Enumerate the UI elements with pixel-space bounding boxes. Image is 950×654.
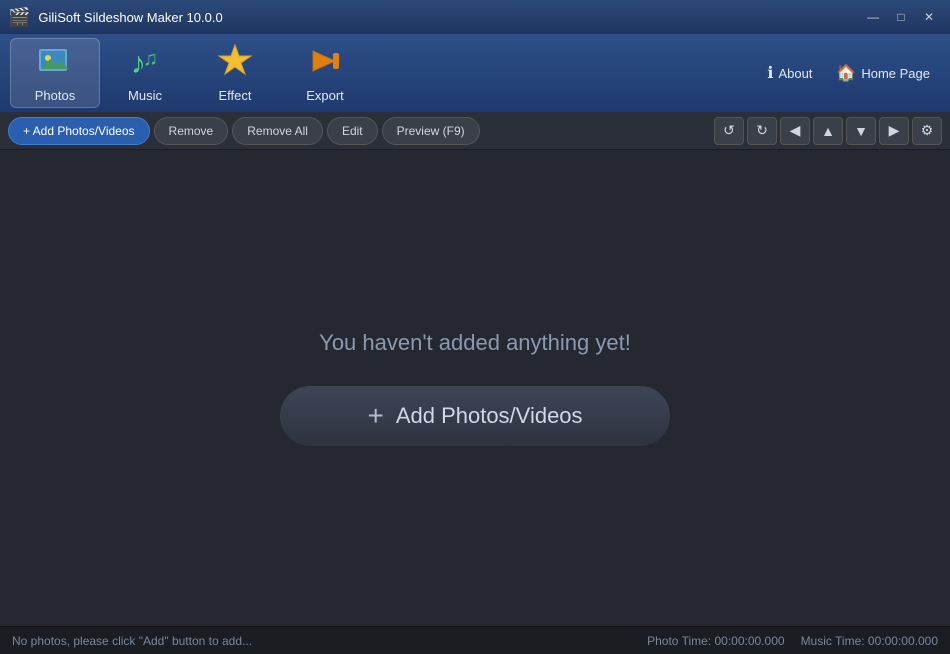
toolbar-export-label: Export bbox=[306, 88, 344, 103]
music-icon: ♪ ♫ bbox=[127, 43, 163, 84]
add-photos-label: + Add Photos/Videos bbox=[23, 124, 135, 138]
toolbar-effect-button[interactable]: Effect bbox=[190, 38, 280, 108]
edit-label: Edit bbox=[342, 124, 363, 138]
about-label: About bbox=[778, 66, 812, 81]
add-photos-large-button[interactable]: + Add Photos/Videos bbox=[280, 386, 670, 446]
edit-button[interactable]: Edit bbox=[327, 117, 378, 145]
status-message: No photos, please click "Add" button to … bbox=[12, 634, 647, 648]
title-bar: 🎬 GiliSoft Sildeshow Maker 10.0.0 — □ ✕ bbox=[0, 0, 950, 34]
app-title: GiliSoft Sildeshow Maker 10.0.0 bbox=[38, 10, 852, 25]
move-left-icon: ◀ bbox=[790, 122, 801, 139]
music-svg: ♪ ♫ bbox=[127, 43, 163, 79]
rotate-left-button[interactable]: ↺ bbox=[714, 117, 744, 145]
about-button[interactable]: ℹ About bbox=[757, 57, 822, 89]
photos-svg bbox=[37, 43, 73, 79]
home-icon: 🏠 bbox=[836, 63, 856, 83]
preview-button[interactable]: Preview (F9) bbox=[382, 117, 480, 145]
remove-button[interactable]: Remove bbox=[154, 117, 229, 145]
toolbar-right: ℹ About 🏠 Home Page bbox=[757, 57, 940, 89]
remove-all-button[interactable]: Remove All bbox=[232, 117, 323, 145]
remove-all-label: Remove All bbox=[247, 124, 308, 138]
toolbar: Photos ♪ ♫ Music Effect Export bbox=[0, 34, 950, 112]
photo-time-value: 00:00:00.000 bbox=[714, 634, 784, 648]
status-right: Photo Time: 00:00:00.000 Music Time: 00:… bbox=[647, 634, 938, 648]
effect-svg bbox=[217, 43, 253, 79]
remove-label: Remove bbox=[169, 124, 214, 138]
effect-icon bbox=[217, 43, 253, 84]
photo-time-label: Photo Time: bbox=[647, 634, 711, 648]
move-left-button[interactable]: ◀ bbox=[780, 117, 810, 145]
app-icon: 🎬 bbox=[8, 7, 30, 28]
empty-message: You haven't added anything yet! bbox=[319, 330, 631, 356]
add-large-label: Add Photos/Videos bbox=[396, 403, 583, 429]
home-page-label: Home Page bbox=[861, 66, 930, 81]
toolbar-export-button[interactable]: Export bbox=[280, 38, 370, 108]
music-time-display: Music Time: 00:00:00.000 bbox=[801, 634, 938, 648]
move-right-button[interactable]: ▶ bbox=[879, 117, 909, 145]
music-time-value: 00:00:00.000 bbox=[868, 634, 938, 648]
window-controls: — □ ✕ bbox=[860, 6, 942, 28]
close-button[interactable]: ✕ bbox=[916, 6, 942, 28]
export-icon bbox=[307, 43, 343, 84]
add-photos-button[interactable]: + Add Photos/Videos bbox=[8, 117, 150, 145]
toolbar-music-label: Music bbox=[128, 88, 162, 103]
toolbar-photos-label: Photos bbox=[35, 88, 75, 103]
status-bar: No photos, please click "Add" button to … bbox=[0, 626, 950, 654]
toolbar-photos-button[interactable]: Photos bbox=[10, 38, 100, 108]
rotate-left-icon: ↺ bbox=[723, 122, 735, 139]
move-up-icon: ▲ bbox=[821, 123, 835, 139]
settings-button[interactable]: ⚙ bbox=[912, 117, 942, 145]
minimize-button[interactable]: — bbox=[860, 6, 886, 28]
toolbar-effect-label: Effect bbox=[218, 88, 251, 103]
music-time-label: Music Time: bbox=[801, 634, 865, 648]
move-down-icon: ▼ bbox=[854, 123, 868, 139]
svg-text:♫: ♫ bbox=[143, 48, 158, 70]
move-up-button[interactable]: ▲ bbox=[813, 117, 843, 145]
toolbar-music-button[interactable]: ♪ ♫ Music bbox=[100, 38, 190, 108]
move-down-button[interactable]: ▼ bbox=[846, 117, 876, 145]
main-content: You haven't added anything yet! + Add Ph… bbox=[0, 150, 950, 626]
photo-time-display: Photo Time: 00:00:00.000 bbox=[647, 634, 784, 648]
maximize-button[interactable]: □ bbox=[888, 6, 914, 28]
secondary-toolbar: + Add Photos/Videos Remove Remove All Ed… bbox=[0, 112, 950, 150]
add-large-plus-icon: + bbox=[367, 400, 383, 432]
move-right-icon: ▶ bbox=[889, 122, 900, 139]
rotate-right-icon: ↻ bbox=[756, 122, 768, 139]
photos-icon bbox=[37, 43, 73, 84]
rotate-right-button[interactable]: ↻ bbox=[747, 117, 777, 145]
settings-icon: ⚙ bbox=[921, 122, 934, 139]
home-page-button[interactable]: 🏠 Home Page bbox=[826, 57, 940, 89]
preview-label: Preview (F9) bbox=[397, 124, 465, 138]
about-icon: ℹ bbox=[767, 63, 773, 83]
export-svg bbox=[307, 43, 343, 79]
secondary-toolbar-right: ↺ ↻ ◀ ▲ ▼ ▶ ⚙ bbox=[714, 117, 942, 145]
